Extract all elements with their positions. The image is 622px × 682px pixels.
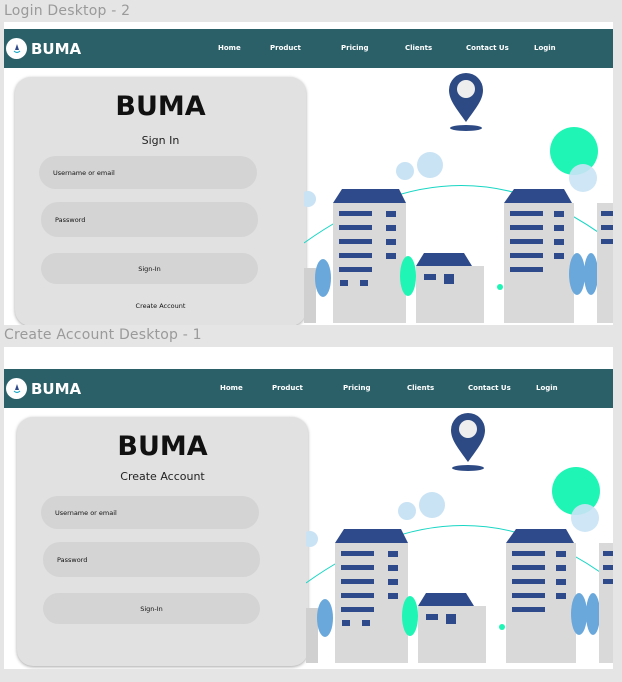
sign-in-button[interactable]: Sign-In <box>43 593 260 624</box>
nav-contact-us[interactable]: Contact Us <box>466 44 509 52</box>
nav-pricing[interactable]: Pricing <box>341 44 369 52</box>
sign-in-card: BUMA Sign In Username or email Password … <box>15 77 306 325</box>
navbar: BUMA Home Product Pricing Clients Contac… <box>4 369 613 408</box>
nav-clients[interactable]: Clients <box>405 44 432 52</box>
brand-name[interactable]: BUMA <box>31 40 81 58</box>
username-field[interactable]: Username or email <box>39 156 257 189</box>
nav-product[interactable]: Product <box>270 44 301 52</box>
nav-pricing[interactable]: Pricing <box>343 384 371 392</box>
card-subtitle: Sign In <box>141 134 180 147</box>
card-title: BUMA <box>117 431 208 462</box>
password-field[interactable]: Password <box>41 202 258 237</box>
navbar: BUMA Home Product Pricing Clients Contac… <box>4 29 613 68</box>
logo[interactable] <box>6 378 27 399</box>
nav-contact-us[interactable]: Contact Us <box>468 384 511 392</box>
login-frame: BUMA Home Product Pricing Clients Contac… <box>4 22 613 325</box>
building-right <box>504 189 574 323</box>
nav-home[interactable]: Home <box>220 384 243 392</box>
password-field[interactable]: Password <box>43 542 260 577</box>
building-left <box>335 529 408 663</box>
create-account-link[interactable]: Create Account <box>15 302 306 310</box>
nav-home[interactable]: Home <box>218 44 241 52</box>
logo-icon <box>13 43 20 53</box>
building-left <box>333 189 406 323</box>
create-account-card: BUMA Create Account Username or email Pa… <box>17 417 308 666</box>
username-field[interactable]: Username or email <box>41 496 259 529</box>
nav-clients[interactable]: Clients <box>407 384 434 392</box>
city-illustration <box>306 413 613 663</box>
frame-label-login: Login Desktop - 2 <box>4 3 131 19</box>
city-illustration <box>304 73 613 323</box>
create-account-frame: BUMA Home Product Pricing Clients Contac… <box>4 347 613 669</box>
sign-in-button[interactable]: Sign-In <box>41 253 258 284</box>
building-small <box>416 253 484 323</box>
nav-product[interactable]: Product <box>272 384 303 392</box>
nav-login[interactable]: Login <box>534 44 556 52</box>
brand-name[interactable]: BUMA <box>31 380 81 398</box>
building-small <box>418 593 486 663</box>
card-title: BUMA <box>115 91 206 122</box>
frame-label-create-account: Create Account Desktop - 1 <box>4 327 202 343</box>
logo-icon <box>13 383 20 393</box>
nav-login[interactable]: Login <box>536 384 558 392</box>
building-right <box>506 529 576 663</box>
card-subtitle: Create Account <box>120 470 205 483</box>
logo[interactable] <box>6 38 27 59</box>
